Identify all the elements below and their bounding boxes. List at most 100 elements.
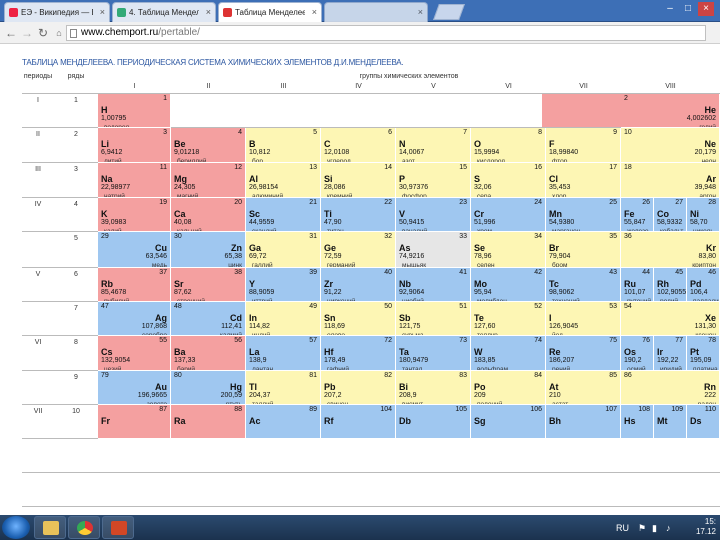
maximize-icon[interactable]: □ (680, 2, 696, 16)
element-cell-zn[interactable]: 30 Zn 65,38 цинк (171, 232, 246, 268)
element-cell-na[interactable]: 11 Na 22,98977 натрий (98, 163, 171, 198)
tab-close-icon[interactable]: × (312, 7, 317, 17)
element-cell-pd[interactable]: 46 Pd 106,4 палладий (687, 268, 720, 302)
element-cell-pt[interactable]: 78 Pt 195,09 платина (687, 336, 720, 371)
element-cell-ds[interactable]: 110 Ds (687, 405, 720, 439)
element-cell-ir[interactable]: 77 Ir 192,22 иридий (654, 336, 687, 371)
clock[interactable]: 15: 17.12 (696, 517, 716, 537)
element-cell-si[interactable]: 14 Si 28,086 кремний (321, 163, 396, 198)
element-cell-v[interactable]: 23 V 50,9415 ванадий (396, 198, 471, 232)
element-cell-rn[interactable]: 86 Rn 222 радон (621, 371, 720, 405)
element-cell-in[interactable]: 49 In 114,82 индий (246, 302, 321, 336)
taskbar-powerpoint[interactable] (102, 516, 134, 539)
element-cell-ne[interactable]: 10 Ne 20,179 неон (621, 128, 720, 163)
tab-close-icon[interactable]: × (418, 7, 423, 17)
element-cell-ba[interactable]: 56 Ba 137,33 барий (171, 336, 246, 371)
element-cell-mn[interactable]: 25 Mn 54,9380 марганец (546, 198, 621, 232)
element-cell-ra[interactable]: 88 Ra (171, 405, 246, 439)
minimize-icon[interactable]: – (662, 2, 678, 16)
address-bar[interactable]: www.chemport.ru/pertable/ (66, 25, 706, 41)
element-cell-db[interactable]: 105 Db (396, 405, 471, 439)
element-cell-ag[interactable]: 47 Ag 107,868 серебро (98, 302, 171, 336)
element-cell-h[interactable]: 1 H 1,00795 водород (98, 94, 171, 128)
element-cell-hs[interactable]: 108 Hs (621, 405, 654, 439)
element-cell-cd[interactable]: 48 Cd 112,41 кадмий (171, 302, 246, 336)
taskbar-explorer[interactable] (34, 516, 66, 539)
element-cell-w[interactable]: 74 W 183,85 вольфрам (471, 336, 546, 371)
element-cell-la[interactable]: 57 La 138,9 лантан (246, 336, 321, 371)
element-cell-sb[interactable]: 51 Sb 121,75 сурьма (396, 302, 471, 336)
element-cell-rb[interactable]: 37 Rb 85,4678 рубидий (98, 268, 171, 302)
element-cell-bh[interactable]: 107 Bh (546, 405, 621, 439)
element-cell-mg[interactable]: 12 Mg 24,305 магний (171, 163, 246, 198)
element-cell-ac[interactable]: 89 Ac (246, 405, 321, 439)
forward-arrow-icon[interactable]: → (20, 26, 34, 40)
element-cell-se[interactable]: 34 Se 78,96 селен (471, 232, 546, 268)
flag-icon[interactable]: ⚑ (638, 523, 646, 534)
element-cell-ar[interactable]: 18 Ar 39,948 аргон (621, 163, 720, 198)
element-cell-tc[interactable]: 43 Tc 98,9062 технеций (546, 268, 621, 302)
element-cell-cl[interactable]: 17 Cl 35,453 хлор (546, 163, 621, 198)
element-cell-sr[interactable]: 38 Sr 87,62 стронций (171, 268, 246, 302)
element-cell-zr[interactable]: 40 Zr 91,22 цирконий (321, 268, 396, 302)
close-window-icon[interactable]: × (698, 2, 714, 16)
element-cell-ti[interactable]: 22 Ti 47,90 титан (321, 198, 396, 232)
element-cell-sg[interactable]: 106 Sg (471, 405, 546, 439)
element-cell-pb[interactable]: 82 Pb 207,2 свинец (321, 371, 396, 405)
element-cell-cs[interactable]: 55 Cs 132,9054 цезий (98, 336, 171, 371)
element-cell-y[interactable]: 39 Y 88,9059 иттрий (246, 268, 321, 302)
element-cell-kr[interactable]: 36 Kr 83,80 криптон (621, 232, 720, 268)
element-cell-sn[interactable]: 50 Sn 118,69 олово (321, 302, 396, 336)
back-arrow-icon[interactable]: ← (4, 26, 18, 40)
element-cell-nb[interactable]: 41 Nb 92,9064 ниобий (396, 268, 471, 302)
element-cell-br[interactable]: 35 Br 79,904 бром (546, 232, 621, 268)
element-cell-ca[interactable]: 20 Ca 40,08 кальций (171, 198, 246, 232)
tab-close-icon[interactable]: × (206, 7, 211, 17)
element-cell-co[interactable]: 27 Co 58,9332 кобальт (654, 198, 687, 232)
element-cell-mt[interactable]: 109 Mt (654, 405, 687, 439)
element-cell-rf[interactable]: 104 Rf (321, 405, 396, 439)
element-cell-sc[interactable]: 21 Sc 44,9559 скандий (246, 198, 321, 232)
element-cell-al[interactable]: 13 Al 26,98154 алюминий (246, 163, 321, 198)
element-cell-te[interactable]: 52 Te 127,60 теллур (471, 302, 546, 336)
element-cell-au[interactable]: 79 Au 196,9665 золото (98, 371, 171, 405)
element-cell-be[interactable]: 4 Be 9,01218 бериллий (171, 128, 246, 163)
volume-icon[interactable]: ♪ (666, 523, 671, 533)
element-cell-o[interactable]: 8 O 15,9994 кислород (471, 128, 546, 163)
element-cell-at[interactable]: 85 At 210 астат (546, 371, 621, 405)
element-cell-p[interactable]: 15 P 30,97376 фосфор (396, 163, 471, 198)
element-cell-cu[interactable]: 29 Cu 63,546 медь (98, 232, 171, 268)
element-cell-cr[interactable]: 24 Cr 51,996 хром (471, 198, 546, 232)
element-cell-li[interactable]: 3 Li 6,9412 литий (98, 128, 171, 163)
element-cell-bi[interactable]: 83 Bi 208,9 висмут (396, 371, 471, 405)
element-cell-ni[interactable]: 28 Ni 58,70 никель (687, 198, 720, 232)
new-tab-button[interactable] (433, 4, 465, 20)
element-cell-he[interactable]: 2 He 4,002602 гелий (621, 94, 720, 128)
element-cell-mo[interactable]: 42 Mo 95,94 молибден (471, 268, 546, 302)
element-cell-b[interactable]: 5 B 10,812 бор (246, 128, 321, 163)
element-cell-n[interactable]: 7 N 14,0067 азот (396, 128, 471, 163)
element-cell-fe[interactable]: 26 Fe 55,847 железо (621, 198, 654, 232)
network-icon[interactable]: ▮ (652, 523, 657, 534)
element-cell-xe[interactable]: 54 Xe 131,30 ксенон (621, 302, 720, 336)
element-cell-tl[interactable]: 81 Tl 204,37 таллий (246, 371, 321, 405)
element-cell-ta[interactable]: 73 Ta 180,9479 тантал (396, 336, 471, 371)
element-cell-hf[interactable]: 72 Hf 178,49 гафний (321, 336, 396, 371)
element-cell-ga[interactable]: 31 Ga 69,72 галлий (246, 232, 321, 268)
tab-wikipedia[interactable]: ЕЭ - Википедия — Википедия × (4, 2, 110, 22)
element-cell-ge[interactable]: 32 Ge 72,59 германий (321, 232, 396, 268)
element-cell-fr[interactable]: 87 Fr (98, 405, 171, 439)
element-cell-as[interactable]: 33 As 74,9216 мышьяк (396, 232, 471, 268)
tab-blank[interactable]: × (324, 2, 428, 22)
element-cell-i[interactable]: 53 I 126,9045 йод (546, 302, 621, 336)
element-cell-re[interactable]: 75 Re 186,207 рений (546, 336, 621, 371)
tab-mendeleev-table[interactable]: 4. Таблица Менделеева × (112, 2, 216, 22)
home-icon[interactable]: ⌂ (52, 26, 66, 40)
taskbar-chrome[interactable] (68, 516, 100, 539)
element-cell-ru[interactable]: 44 Ru 101,07 рутений (621, 268, 654, 302)
tab-pertable-active[interactable]: Таблица Менделеева | Пе × (218, 2, 322, 22)
start-button[interactable] (2, 516, 30, 539)
element-cell-s[interactable]: 16 S 32,06 сера (471, 163, 546, 198)
element-cell-rh[interactable]: 45 Rh 102,9055 родий (654, 268, 687, 302)
element-cell-po[interactable]: 84 Po 209 полоний (471, 371, 546, 405)
